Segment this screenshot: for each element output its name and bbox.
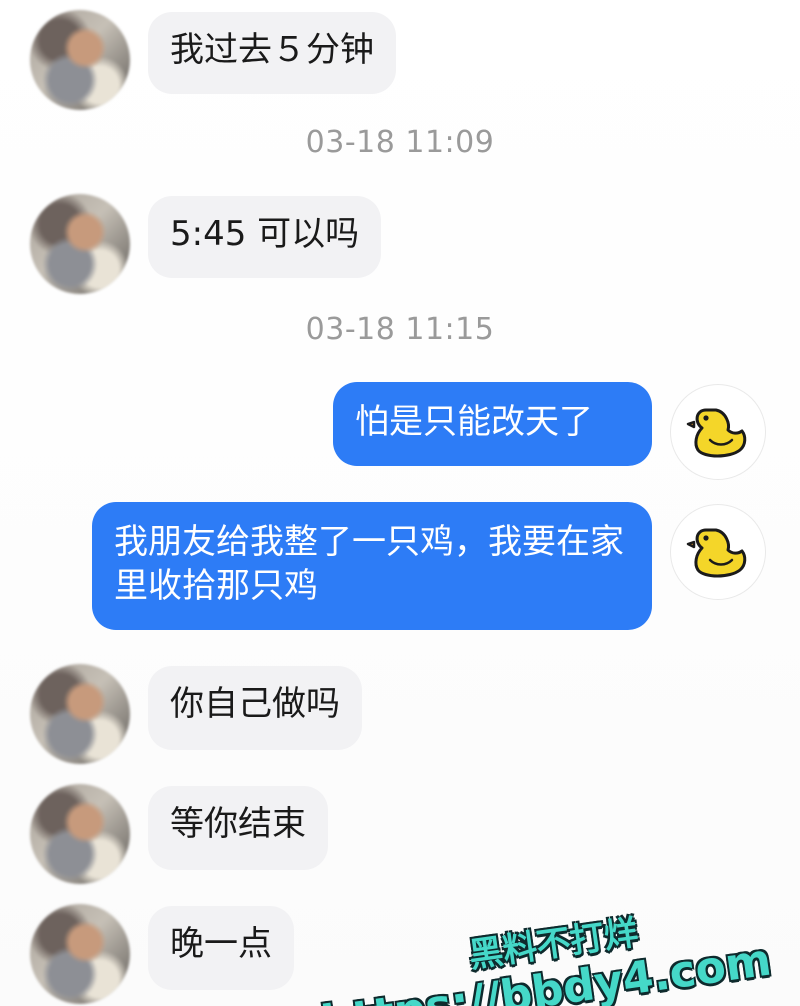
contact-avatar[interactable] <box>30 784 130 884</box>
incoming-message-bubble[interactable]: 我过去５分钟 <box>148 12 396 94</box>
self-avatar[interactable] <box>670 504 766 600</box>
message-text: 你自己做吗 <box>170 684 340 724</box>
contact-avatar[interactable] <box>30 194 130 294</box>
rubber-duck-icon <box>686 408 747 458</box>
rubber-duck-icon <box>686 528 747 578</box>
message-text: 晚一点 <box>170 924 272 964</box>
contact-avatar[interactable] <box>30 904 130 1004</box>
timestamp: 03-18 11:15 <box>305 312 495 347</box>
chat-thread[interactable]: 我过去５分钟 03-18 11:09 5:45 可以吗 03-18 11:15 … <box>0 0 800 1006</box>
incoming-message-bubble[interactable]: 5:45 可以吗 <box>148 196 382 278</box>
incoming-message-bubble[interactable]: 你自己做吗 <box>148 666 362 750</box>
message-text: 我朋友给我整了一只鸡，我要在家里收拾那只鸡 <box>114 522 624 606</box>
outgoing-message-bubble[interactable]: 怕是只能改天了 <box>333 382 652 466</box>
message-text: 等你结束 <box>170 804 306 844</box>
outgoing-message-bubble[interactable]: 我朋友给我整了一只鸡，我要在家里收拾那只鸡 <box>92 502 652 630</box>
message-text: 5:45 可以吗 <box>170 214 360 254</box>
incoming-message-bubble[interactable]: 晚一点 <box>148 906 294 990</box>
contact-avatar[interactable] <box>30 10 130 110</box>
message-text: 怕是只能改天了 <box>355 402 593 442</box>
incoming-message-bubble[interactable]: 等你结束 <box>148 786 328 870</box>
contact-avatar[interactable] <box>30 664 130 764</box>
timestamp: 03-18 11:09 <box>305 125 495 160</box>
self-avatar[interactable] <box>670 384 766 480</box>
watermark: 黑料不打烊 https://bbdy4.com <box>312 895 774 1006</box>
message-text: 我过去５分钟 <box>170 30 374 70</box>
